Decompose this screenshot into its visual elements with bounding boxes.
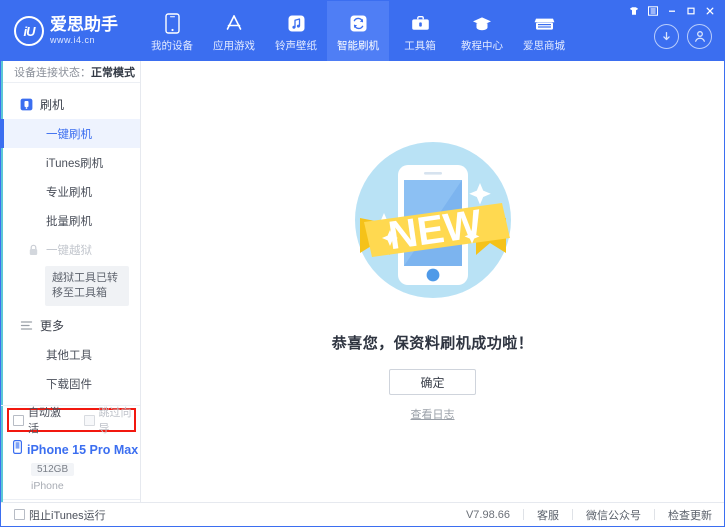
nav-label: 教程中心: [461, 40, 503, 52]
sidebar-item-one-click-jailbreak: 一键越狱: [1, 235, 140, 264]
top-navigation-bar: iU 爱思助手 www.i4.cn 我的设备 应用游戏 铃声壁纸 智能刷机 工具…: [1, 1, 724, 61]
close-icon[interactable]: [701, 4, 718, 18]
sidebar-options-row: 自动激活 跳过向导: [1, 404, 141, 436]
nav-label: 应用游戏: [213, 40, 255, 52]
skin-icon[interactable]: [625, 4, 642, 18]
checkbox-box: [83, 414, 95, 426]
device-type: iPhone: [31, 480, 64, 492]
refresh-icon: [349, 11, 368, 35]
sidebar-item-label: iTunes刷机: [46, 157, 104, 170]
sidebar-menu: 刷机 一键刷机 iTunes刷机 专业刷机 批量刷机 一键越狱 越狱工具已转移至…: [1, 83, 140, 405]
connection-status-label: 设备连接状态：: [14, 66, 91, 79]
nav-label: 爱思商城: [523, 40, 565, 52]
status-bar-right: V7.98.66 客服 微信公众号 检查更新: [466, 507, 712, 523]
device-capacity-badge: 512GB: [31, 463, 75, 476]
sidebar-group-label: 刷机: [40, 97, 65, 112]
jailbreak-tooltip: 越狱工具已转移至工具箱: [45, 266, 129, 307]
list-icon: [19, 318, 33, 332]
brand-title: 爱思助手: [50, 15, 118, 35]
nav-items: 我的设备 应用游戏 铃声壁纸 智能刷机 工具箱 教程中心 爱思商城: [141, 1, 624, 61]
success-message: 恭喜您，保资料刷机成功啦！: [331, 335, 534, 352]
main-body: 设备连接状态： 正常模式 刷机 一键刷机 iTunes刷机 专业刷机 批量刷机 …: [1, 61, 724, 502]
download-icon[interactable]: [654, 23, 679, 49]
nav-item-smart-flash[interactable]: 智能刷机: [327, 1, 389, 61]
nav-item-apps-games[interactable]: 应用游戏: [203, 1, 265, 61]
sidebar-item-pro-flash[interactable]: 专业刷机: [1, 177, 140, 206]
checkbox-label: 阻止iTunes运行: [29, 509, 106, 522]
toolbox-icon: [410, 11, 431, 35]
nav-label: 我的设备: [151, 40, 193, 52]
device-phone-icon: [13, 440, 23, 459]
sidebar-bottom: 自动激活 跳过向导 iPhone 15 Pro Max 512GB iPhone: [1, 405, 140, 502]
maximize-icon[interactable]: [682, 4, 699, 18]
sidebar-group-more: 更多: [1, 310, 140, 340]
customer-service-link[interactable]: 客服: [537, 507, 559, 523]
version-label: V7.98.66: [465, 508, 510, 521]
checkbox-block-itunes[interactable]: 阻止iTunes运行: [14, 507, 106, 523]
sidebar-item-itunes-flash[interactable]: iTunes刷机: [1, 148, 140, 177]
graduation-icon: [471, 11, 493, 35]
wechat-link[interactable]: 微信公众号: [586, 507, 641, 523]
music-icon: [287, 11, 306, 35]
sidebar-item-label: 一键越狱: [46, 244, 92, 257]
sidebar-item-label: 批量刷机: [46, 215, 92, 228]
divider: [654, 509, 655, 520]
sidebar-group-flash: 刷机: [1, 89, 140, 119]
brand-url: www.i4.cn: [50, 35, 96, 46]
nav-label: 智能刷机: [337, 40, 379, 52]
status-bar: 阻止iTunes运行 V7.98.66 客服 微信公众号 检查更新: [1, 502, 724, 526]
phone-icon: [164, 11, 180, 35]
sidebar-item-download-firmware[interactable]: 下载固件: [1, 369, 140, 398]
application-window: iU 爱思助手 www.i4.cn 我的设备 应用游戏 铃声壁纸 智能刷机 工具…: [0, 0, 725, 527]
checkbox-label: 自动激活: [28, 407, 61, 435]
sidebar-group-label: 更多: [40, 318, 65, 333]
new-phone-badge-illustration: NEW: [338, 125, 528, 320]
divider: [523, 509, 524, 520]
sidebar-item-label: 下载固件: [46, 378, 92, 391]
brand-logo: iU 爱思助手 www.i4.cn: [1, 1, 141, 61]
shop-icon: [533, 11, 556, 35]
checkbox-label: 跳过向导: [98, 407, 132, 435]
minimize-icon[interactable]: [663, 4, 680, 18]
view-log-link[interactable]: 查看日志: [411, 406, 455, 422]
nav-item-store[interactable]: 爱思商城: [513, 1, 575, 61]
lock-icon: [27, 243, 40, 256]
sidebar-item-other-tools[interactable]: 其他工具: [1, 340, 140, 369]
menu-icon[interactable]: [644, 4, 661, 18]
checkbox-skip-wizard: 跳过向导: [83, 404, 141, 436]
nav-item-my-device[interactable]: 我的设备: [141, 1, 203, 61]
window-controls: [625, 4, 718, 18]
device-name: iPhone 15 Pro Max: [27, 442, 139, 457]
checkbox-auto-activate[interactable]: 自动激活: [13, 404, 70, 436]
nav-label: 工具箱: [404, 40, 436, 52]
nav-label: 铃声壁纸: [275, 40, 317, 52]
sidebar-item-batch-flash[interactable]: 批量刷机: [1, 206, 140, 235]
connection-status: 设备连接状态： 正常模式: [1, 61, 140, 84]
account-icon[interactable]: [687, 23, 712, 49]
main-content: NEW 恭喜您，保资料刷机成功啦！ 确定 查看日志: [141, 61, 724, 502]
sidebar-item-one-click-flash[interactable]: 一键刷机: [1, 119, 140, 149]
nav-item-ringtones-wallpapers[interactable]: 铃声壁纸: [265, 1, 327, 61]
sidebar-item-label: 专业刷机: [46, 186, 92, 199]
connection-status-value: 正常模式: [91, 66, 135, 79]
check-update-link[interactable]: 检查更新: [668, 507, 712, 523]
nav-item-toolbox[interactable]: 工具箱: [389, 1, 451, 61]
flash-icon: [19, 97, 33, 111]
divider: [572, 509, 573, 520]
appstore-icon: [223, 11, 245, 35]
nav-item-tutorial-center[interactable]: 教程中心: [451, 1, 513, 61]
sidebar-item-label: 其他工具: [46, 349, 92, 362]
sidebar-item-label: 一键刷机: [46, 128, 92, 141]
checkbox-box: [13, 414, 24, 426]
sidebar: 设备连接状态： 正常模式 刷机 一键刷机 iTunes刷机 专业刷机 批量刷机 …: [1, 61, 141, 502]
checkbox-box: [14, 509, 25, 520]
connected-device[interactable]: iPhone 15 Pro Max 512GB iPhone: [1, 434, 140, 500]
confirm-button[interactable]: 确定: [389, 369, 476, 395]
logo-mark-icon: iU: [14, 16, 44, 46]
